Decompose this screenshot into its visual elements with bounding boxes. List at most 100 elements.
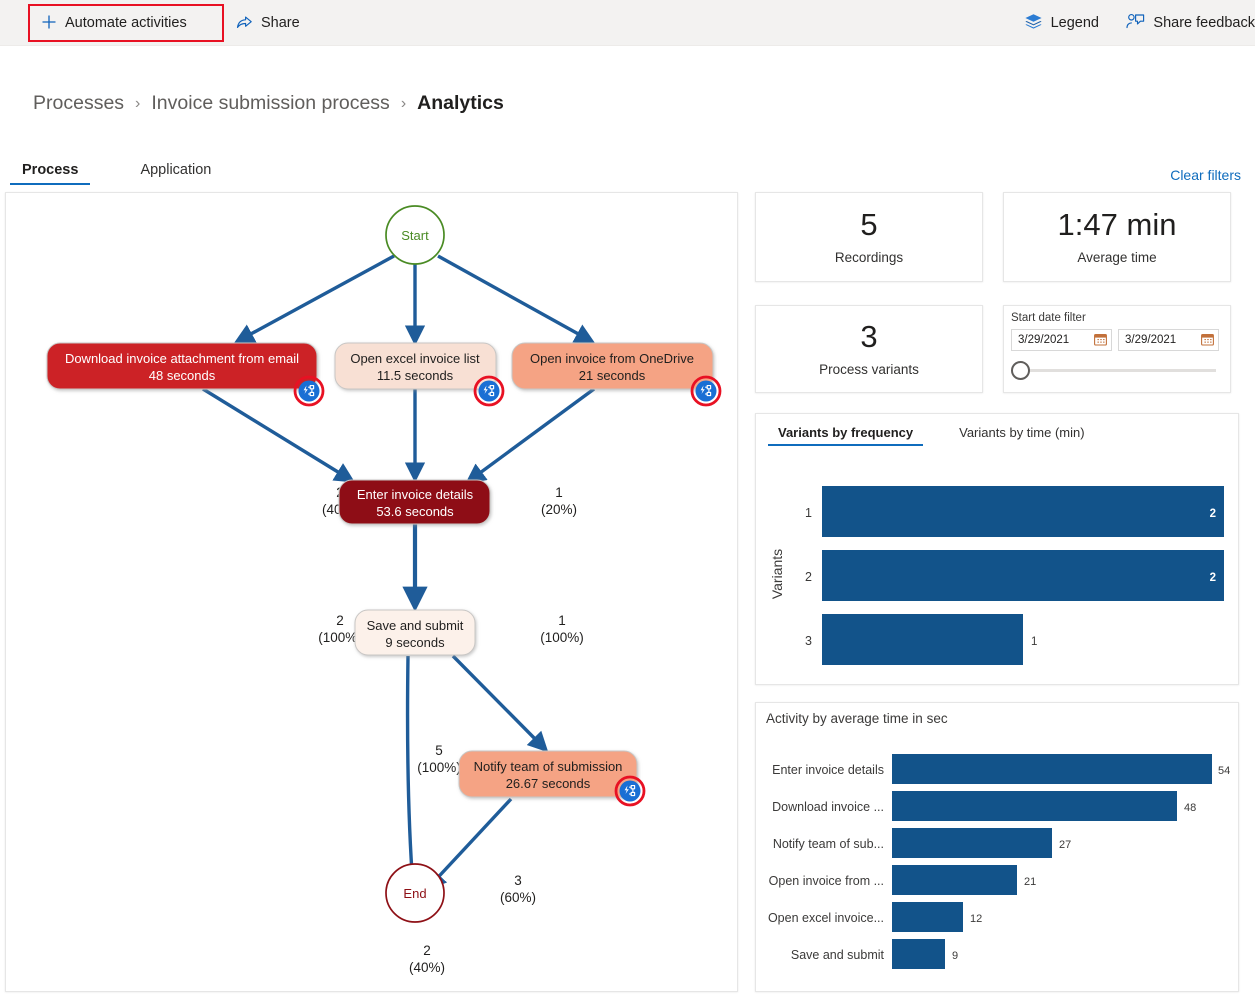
activity-by-average-time-chart[interactable]: Enter invoice details 54 Download invoic… xyxy=(756,731,1239,992)
share-icon xyxy=(236,14,253,33)
process-node-save-submit-label: Save and submit xyxy=(367,618,464,633)
start-date-slider[interactable] xyxy=(1011,360,1218,380)
tabstrip: Process Application xyxy=(10,158,223,185)
process-node-open-excel-label: Open excel invoice list xyxy=(350,351,480,366)
calendar-icon[interactable] xyxy=(1201,333,1214,346)
automation-badge-open-onedrive[interactable] xyxy=(692,377,720,405)
automation-badge-notify-team[interactable] xyxy=(616,777,644,805)
process-node-notify-team-duration: 26.67 seconds xyxy=(506,776,591,791)
kpi-average-time-label: Average time xyxy=(1077,250,1156,265)
kpi-process-variants-value: 3 xyxy=(860,321,877,354)
process-node-start-label: Start xyxy=(401,228,429,243)
variants-by-frequency-chart[interactable]: Variants 1 2 2 2 3 1 xyxy=(756,456,1240,684)
variants-bar-1-value: 2 xyxy=(1210,508,1216,520)
kpi-recordings-label: Recordings xyxy=(835,250,903,265)
start-date-from-value: 3/29/2021 xyxy=(1018,334,1069,346)
automate-activities-button[interactable]: Automate activities xyxy=(33,7,195,39)
variants-bar-2-value: 2 xyxy=(1210,572,1216,584)
variants-bar-3-category: 3 xyxy=(805,634,812,648)
activity-bar-1-value: 54 xyxy=(1218,765,1230,777)
activity-bar-enter-invoice-details[interactable]: Enter invoice details 54 xyxy=(772,754,1230,784)
person-feedback-icon xyxy=(1126,13,1145,33)
start-date-filter-title: Start date filter xyxy=(1011,312,1223,324)
process-node-save-submit-duration: 9 seconds xyxy=(385,635,445,650)
breadcrumb-separator-icon: › xyxy=(401,95,406,113)
process-node-open-onedrive-duration: 21 seconds xyxy=(579,368,646,383)
variants-bar-2[interactable]: 2 2 xyxy=(805,550,1224,601)
activity-bar-2-value: 48 xyxy=(1184,802,1196,814)
process-map-canvas[interactable]: 2 (40%) 2 (40%) 1 (20%) 2 (100%) 2 (100%… xyxy=(6,193,738,992)
plus-icon xyxy=(41,14,57,33)
process-node-download-invoice-label: Download invoice attachment from email xyxy=(65,351,299,366)
share-button[interactable]: Share xyxy=(228,7,308,39)
edge-label-count: 3 xyxy=(514,873,522,888)
activity-bar-save-and-submit[interactable]: Save and submit 9 xyxy=(791,939,958,969)
start-date-from-field[interactable]: 3/29/2021 xyxy=(1011,329,1112,351)
activity-bar-download-invoice[interactable]: Download invoice ... 48 xyxy=(772,791,1196,821)
process-node-end[interactable]: End xyxy=(386,864,444,922)
variants-panel: Variants by frequency Variants by time (… xyxy=(755,413,1239,685)
kpi-process-variants-label: Process variants xyxy=(819,362,919,377)
automation-badge-download-invoice[interactable] xyxy=(295,377,323,405)
tab-process[interactable]: Process xyxy=(10,158,90,185)
command-bar: Automate activities Share Legend xyxy=(0,0,1255,46)
kpi-recordings-value: 5 xyxy=(860,209,877,242)
kpi-card-recordings: 5 Recordings xyxy=(755,192,983,282)
start-date-filter-inputs: 3/29/2021 3/29/2021 xyxy=(1011,329,1223,351)
edge-label-percent: (100%) xyxy=(417,760,461,775)
edge-label-count: 1 xyxy=(555,485,563,500)
edge-label-percent: (100%) xyxy=(540,630,584,645)
kpi-card-average-time: 1:47 min Average time xyxy=(1003,192,1231,282)
process-node-enter-details-duration: 53.6 seconds xyxy=(376,504,454,519)
edge-label-percent: (40%) xyxy=(409,960,445,975)
kpi-card-process-variants: 3 Process variants xyxy=(755,305,983,393)
activity-bar-open-excel-invoice[interactable]: Open excel invoice... 12 xyxy=(768,902,982,932)
edge-label-count: 1 xyxy=(558,613,566,628)
activity-bar-3-value: 27 xyxy=(1059,839,1071,851)
tab-application[interactable]: Application xyxy=(128,158,223,185)
process-map-panel[interactable]: 2 (40%) 2 (40%) 1 (20%) 2 (100%) 2 (100%… xyxy=(5,192,738,992)
edge-download-invoice-enter-details xyxy=(203,389,351,480)
start-date-slider-thumb[interactable] xyxy=(1011,361,1030,380)
tab-variants-by-time[interactable]: Variants by time (min) xyxy=(949,423,1094,446)
process-node-download-invoice-duration: 48 seconds xyxy=(149,368,216,383)
activity-bar-1-category: Enter invoice details xyxy=(772,763,884,777)
breadcrumb-separator-icon: › xyxy=(135,95,140,113)
activity-bar-notify-team[interactable]: Notify team of sub... 27 xyxy=(773,828,1071,858)
variants-bar-2-category: 2 xyxy=(805,570,812,584)
clear-filters-link[interactable]: Clear filters xyxy=(1170,167,1241,183)
edge-label-count: 2 xyxy=(423,943,431,958)
start-date-slider-track[interactable] xyxy=(1020,369,1216,372)
process-node-enter-details-label: Enter invoice details xyxy=(357,487,474,502)
variants-bar-1[interactable]: 1 2 xyxy=(805,486,1224,537)
activity-bar-2-category: Download invoice ... xyxy=(772,800,884,814)
variants-chart-ylabel: Variants xyxy=(769,549,785,599)
share-feedback-label: Share feedback xyxy=(1153,15,1255,31)
activity-bar-5-value: 12 xyxy=(970,913,982,925)
variants-bar-3-value: 1 xyxy=(1031,636,1037,648)
process-node-start[interactable]: Start xyxy=(386,206,444,264)
activity-by-average-time-panel: Activity by average time in sec Enter in… xyxy=(755,702,1239,992)
edge-save-submit-notify-team xyxy=(453,656,545,749)
tab-variants-by-frequency[interactable]: Variants by frequency xyxy=(768,423,923,446)
legend-label: Legend xyxy=(1051,15,1099,31)
calendar-icon[interactable] xyxy=(1094,333,1107,346)
automation-badge-open-excel[interactable] xyxy=(475,377,503,405)
edge-label-percent: (20%) xyxy=(541,502,577,517)
activity-bar-open-invoice-onedrive[interactable]: Open invoice from ... 21 xyxy=(769,865,1037,895)
automate-activities-label: Automate activities xyxy=(65,15,187,31)
legend-button[interactable]: Legend xyxy=(1016,7,1107,39)
breadcrumb-item-invoice-submission-process[interactable]: Invoice submission process xyxy=(151,92,389,115)
layers-icon xyxy=(1024,13,1043,33)
kpi-average-time-value: 1:47 min xyxy=(1058,209,1177,242)
share-feedback-button[interactable]: Share feedback xyxy=(1118,7,1255,39)
edge-label-count: 2 xyxy=(336,613,344,628)
variants-bar-3[interactable]: 3 1 xyxy=(805,614,1037,665)
start-date-to-field[interactable]: 3/29/2021 xyxy=(1118,329,1219,351)
breadcrumb-item-analytics: Analytics xyxy=(417,92,504,115)
activity-bar-5-category: Open excel invoice... xyxy=(768,911,884,925)
breadcrumb-item-processes[interactable]: Processes xyxy=(33,92,124,115)
process-map-edge-labels: 2 (40%) 2 (40%) 1 (20%) 2 (100%) 2 (100%… xyxy=(318,485,584,992)
process-node-open-onedrive-label: Open invoice from OneDrive xyxy=(530,351,694,366)
edge-open-onedrive-enter-details xyxy=(469,389,594,481)
